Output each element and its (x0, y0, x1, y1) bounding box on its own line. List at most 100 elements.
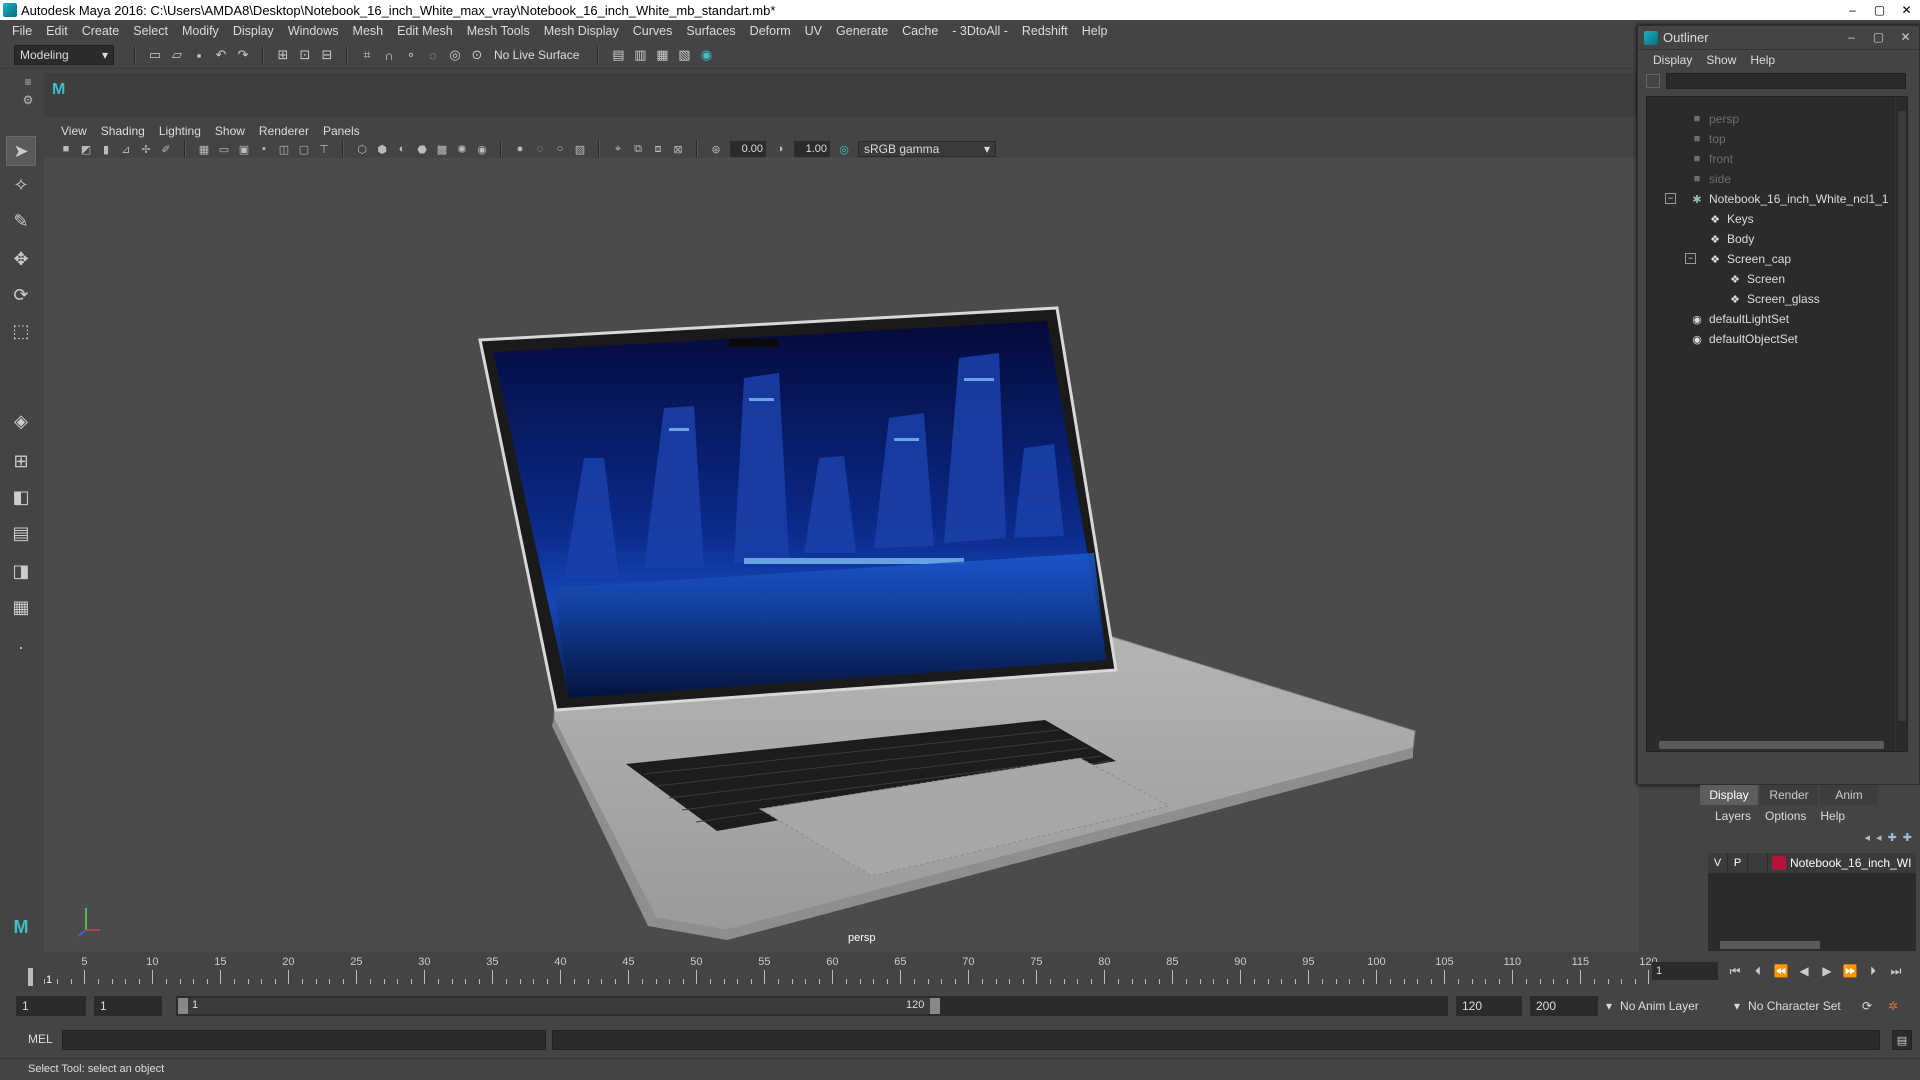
outliner-item-default-object-set[interactable]: ◉ defaultObjectSet (1647, 329, 1907, 349)
save-scene-icon[interactable]: ▪ (190, 46, 208, 64)
select-tool-icon[interactable]: ➤ (6, 136, 36, 166)
outliner-minimize-button[interactable]: – (1838, 26, 1865, 48)
safe-action-icon[interactable]: ▢ (296, 141, 312, 157)
ambient-occlusion-icon[interactable]: ◉ (474, 141, 490, 157)
animation-end-field[interactable]: 200 (1530, 996, 1598, 1016)
layer-playback-toggle[interactable]: P (1728, 853, 1748, 873)
filter-icon[interactable] (1646, 74, 1660, 88)
collapse-toggle-icon[interactable]: − (1665, 193, 1676, 204)
gamma-field[interactable]: 1.00 (794, 141, 830, 157)
anim-layer-select[interactable]: ▾ No Anim Layer (1606, 996, 1728, 1016)
outliner-item-notebook-group[interactable]: − ✱ Notebook_16_inch_White_ncl1_1 (1647, 189, 1907, 209)
make-live-icon[interactable]: ⊙ (468, 46, 486, 64)
render-settings-icon[interactable]: ▧ (675, 46, 693, 64)
play-forward-icon[interactable]: ▶ (1818, 962, 1836, 980)
outliner-item-screen-glass[interactable]: ❖ Screen_glass (1647, 289, 1907, 309)
menu-display[interactable]: Display (226, 24, 281, 38)
menu-help[interactable]: Help (1075, 24, 1115, 38)
gate-mask-icon[interactable]: ▪ (256, 141, 272, 157)
panel-menu-renderer[interactable]: Renderer (252, 124, 316, 138)
menu-modify[interactable]: Modify (175, 24, 226, 38)
two-view-layout-icon[interactable]: ◧ (6, 482, 36, 512)
snap-view-plane-icon[interactable]: ◌ (424, 46, 442, 64)
scrollbar-thumb[interactable] (1720, 941, 1820, 949)
outliner-search-input[interactable] (1666, 73, 1906, 89)
scrollbar-thumb[interactable] (1659, 741, 1884, 749)
go-to-end-icon[interactable]: ⏭ (1887, 962, 1905, 980)
outliner-item-top[interactable]: ■ top (1647, 129, 1907, 149)
anti-aliasing-icon[interactable]: ◌ (532, 141, 548, 157)
four-view-layout-icon[interactable]: ⊞ (6, 446, 36, 476)
render-frame-icon[interactable]: ▥ (631, 46, 649, 64)
outliner-menu-help[interactable]: Help (1743, 53, 1782, 67)
color-management-icon[interactable]: ◎ (836, 141, 852, 157)
layer-menu-help[interactable]: Help (1813, 809, 1852, 823)
select-hierarchy-icon[interactable]: ⊞ (274, 46, 292, 64)
panel-menu-shading[interactable]: Shading (94, 124, 152, 138)
hypershade-layout-icon[interactable]: ▦ (6, 592, 36, 622)
range-start-handle[interactable] (178, 998, 188, 1014)
lasso-tool-icon[interactable]: ✧ (6, 170, 36, 200)
wireframe-icon[interactable]: ⬡ (354, 141, 370, 157)
view-transform-select[interactable]: sRGB gamma ▾ (858, 141, 996, 157)
range-bar[interactable]: 1 120 (176, 996, 1448, 1016)
step-back-frame-icon[interactable]: ⏴ (1749, 962, 1767, 980)
tab-display[interactable]: Display (1700, 785, 1758, 805)
scale-tool-icon[interactable]: ⬚ (6, 316, 36, 346)
xray-icon[interactable]: ⌖ (610, 141, 626, 157)
ipr-render-icon[interactable]: ▦ (653, 46, 671, 64)
close-button[interactable]: ✕ (1893, 0, 1920, 20)
tab-anim[interactable]: Anim (1820, 785, 1878, 805)
minimize-button[interactable]: – (1839, 0, 1866, 20)
menu-mesh[interactable]: Mesh (346, 24, 391, 38)
current-frame-field[interactable]: 1 (1652, 962, 1718, 980)
tab-render[interactable]: Render (1760, 785, 1818, 805)
image-plane-icon[interactable]: ⊿ (118, 141, 134, 157)
snap-point-icon[interactable]: ∘ (402, 46, 420, 64)
open-scene-icon[interactable]: ▱ (168, 46, 186, 64)
textured-icon[interactable]: ⬣ (414, 141, 430, 157)
panel-menu-panels[interactable]: Panels (316, 124, 367, 138)
shelf-tabs-toggle[interactable]: ≡ ⚙ (18, 75, 38, 119)
viewport-persp[interactable]: persp (44, 158, 1639, 953)
resolution-gate-icon[interactable]: ▣ (236, 141, 252, 157)
panel-menu-view[interactable]: View (54, 124, 94, 138)
step-forward-key-icon[interactable]: ⏩ (1841, 962, 1859, 980)
layer-display-type[interactable] (1748, 853, 1768, 873)
outliner-maximize-button[interactable]: ▢ (1865, 26, 1892, 48)
field-chart-icon[interactable]: ◫ (276, 141, 292, 157)
animation-start-field[interactable]: 1 (16, 996, 86, 1016)
hypershade-icon[interactable]: ◉ (697, 46, 715, 64)
collapse-toggle-icon[interactable]: − (1685, 253, 1696, 264)
mel-command-input[interactable] (62, 1030, 546, 1050)
shadows-icon[interactable]: ✺ (454, 141, 470, 157)
paint-select-icon[interactable]: ✎ (6, 206, 36, 236)
layer-color-swatch[interactable] (1772, 856, 1786, 870)
backface-icon[interactable]: ⊠ (670, 141, 686, 157)
menu-redshift[interactable]: Redshift (1015, 24, 1075, 38)
redo-icon[interactable]: ↷ (234, 46, 252, 64)
scrollbar-thumb[interactable] (1898, 111, 1906, 721)
wireframe-on-shaded-icon[interactable]: ◐ (394, 141, 410, 157)
menu-cache[interactable]: Cache (895, 24, 945, 38)
grid-icon[interactable]: ▦ (196, 141, 212, 157)
gear-icon[interactable]: ⚙ (23, 93, 34, 107)
playback-start-field[interactable]: 1 (94, 996, 162, 1016)
laptop-model[interactable] (44, 158, 1639, 953)
menu-select[interactable]: Select (126, 24, 175, 38)
new-scene-icon[interactable]: ▭ (146, 46, 164, 64)
smooth-shade-icon[interactable]: ⬢ (374, 141, 390, 157)
outliner-vertical-scrollbar[interactable] (1895, 97, 1907, 751)
outliner-layout-icon[interactable]: ▤ (6, 518, 36, 548)
gamma-icon[interactable]: ◑ (772, 141, 788, 157)
render-view-icon[interactable]: ▤ (609, 46, 627, 64)
menu-edit-mesh[interactable]: Edit Mesh (390, 24, 460, 38)
select-object-icon[interactable]: ⊡ (296, 46, 314, 64)
character-set-select[interactable]: ▾ No Character Set (1734, 996, 1864, 1016)
outliner-item-persp[interactable]: ■ persp (1647, 109, 1907, 129)
menu-file[interactable]: File (5, 24, 39, 38)
depth-of-field-icon[interactable]: ○ (552, 141, 568, 157)
new-layer-selected-icon[interactable]: ✚ (1903, 831, 1912, 844)
safe-title-icon[interactable]: ⊤ (316, 141, 332, 157)
step-forward-frame-icon[interactable]: ⏵ (1864, 962, 1882, 980)
